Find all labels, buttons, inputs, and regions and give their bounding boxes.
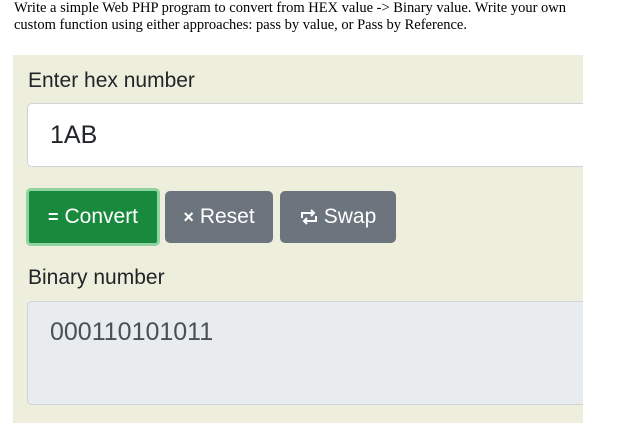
equals-icon: = <box>47 207 59 227</box>
assignment-instructions: Write a simple Web PHP program to conver… <box>14 0 629 34</box>
reset-button[interactable]: × Reset <box>165 191 273 243</box>
instructions-line-1: Write a simple Web PHP program to conver… <box>14 0 567 16</box>
binary-output[interactable]: 000110101011 <box>27 301 583 405</box>
hex-input-label: Enter hex number <box>28 69 195 92</box>
hex-input[interactable] <box>27 103 583 167</box>
swap-button[interactable]: Swap <box>280 191 396 243</box>
binary-output-label: Binary number <box>28 266 165 289</box>
swap-icon <box>300 209 318 225</box>
instructions-line-2: custom function using either approaches:… <box>14 17 467 33</box>
converter-panel: Enter hex number = Convert × Reset Swap … <box>13 55 583 423</box>
reset-button-label: Reset <box>199 205 255 228</box>
close-icon: × <box>183 207 194 227</box>
convert-button-label: Convert <box>64 205 139 228</box>
convert-button[interactable]: = Convert <box>26 188 160 246</box>
swap-button-label: Swap <box>323 205 377 228</box>
